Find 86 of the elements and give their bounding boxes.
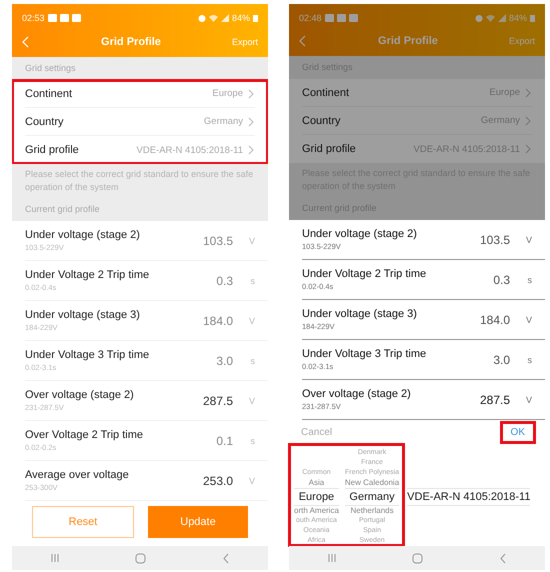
parameter-value[interactable]: 184.0 [480,312,510,326]
parameter-name: Average over voltage [25,469,130,481]
picker-selected-option[interactable]: VDE-AR-N 4105:2018-11 [407,488,530,506]
parameter-unit: s [526,354,532,364]
notification-icons [48,14,82,22]
recent-apps-icon[interactable] [326,553,337,563]
signal-icon [498,14,506,22]
back-icon[interactable] [222,552,230,564]
section-header: Grid settings [12,57,268,80]
parameter-name: Under Voltage 3 Trip time [302,348,428,360]
parameter-unit: V [248,396,255,406]
parameter-name: Under voltage (stage 3) [302,308,418,320]
parameter-unit: V [524,394,532,404]
battery-icon [253,14,258,22]
parameter-unit: s [250,276,255,286]
parameter-value[interactable]: 0.3 [216,274,233,288]
setting-value[interactable]: VDE-AR-N 4105:2018-11 [136,144,243,156]
parameter-unit: V [248,316,255,326]
home-icon[interactable] [412,552,424,564]
parameter-name: Under Voltage 3 Trip time [25,349,150,361]
signal-icon [220,14,229,22]
setting-label: Country [25,116,64,128]
picker-option[interactable]: New Caledonia [344,478,400,488]
parameter-name: Over voltage (stage 2) [25,389,135,401]
home-icon[interactable] [135,552,146,564]
parameter-unit: V [524,234,532,244]
setting-value[interactable]: Europe [212,88,243,99]
chevron-icon [524,116,532,126]
chevron-icon [524,144,532,154]
setting-value[interactable]: Germany [204,116,243,127]
chevron-icon [247,88,255,98]
parameter-value[interactable]: 184.0 [202,314,233,328]
parameter-value[interactable]: 3.0 [493,352,510,366]
setting-label: Grid profile [302,143,356,156]
setting-label: Continent [25,88,72,100]
parameter-unit: V [248,236,255,246]
chevron-icon [247,116,255,126]
setting-label: Continent [302,86,350,99]
parameter-unit: s [250,356,255,366]
parameter-value[interactable]: 0.1 [216,434,233,448]
parameter-name: Under voltage (stage 3) [25,309,141,321]
parameter-name: Under Voltage 2 Trip time [302,268,428,280]
chevron-icon [247,145,255,155]
battery-percent: 84% [508,13,527,23]
picker-option[interactable]: Asia [308,478,324,488]
picker-option[interactable]: Netherlands [350,506,394,516]
parameter-value[interactable]: 253.0 [202,474,233,488]
parameter-name: Over voltage (stage 2) [302,388,412,400]
notification-icons [324,14,359,22]
wifi-icon [486,14,495,22]
parameter-unit: s [526,274,532,284]
parameter-unit: V [524,314,532,324]
cancel-button[interactable]: Cancel [301,426,332,438]
parameter-value[interactable]: 287.5 [202,394,233,408]
parameter-value[interactable]: 3.0 [216,354,233,368]
back-icon[interactable] [499,552,508,564]
parameter-unit: V [248,476,255,486]
battery-icon [530,14,535,22]
status-time: 02:53 [22,13,45,23]
reset-button[interactable]: Reset [32,506,134,538]
section-header: Current grid profile [12,198,268,221]
parameter-name: Under voltage (stage 2) [25,229,141,241]
info-note: Please select the correct grid standard to ensure the safe operation of the system [12,164,268,198]
export-button[interactable]: Export [232,36,258,46]
chevron-icon [524,88,532,98]
parameter-name: Under voltage (stage 2) [302,228,418,240]
page-title: Grid Profile [377,35,439,48]
parameter-value[interactable]: 103.5 [202,234,233,248]
battery-percent: 84% [232,13,250,23]
picker-selected-option[interactable]: Germany [349,488,395,506]
recent-apps-icon[interactable] [50,553,60,563]
parameter-value[interactable]: 0.3 [493,272,510,286]
parameter-value[interactable]: 103.5 [480,232,510,246]
page-title: Grid Profile [100,36,162,48]
setting-label: Country [302,114,341,127]
status-time: 02:48 [299,13,322,23]
picker-option[interactable]: orth America [294,506,339,516]
update-button[interactable]: Update [148,506,248,538]
parameter-unit: s [250,436,255,446]
picker-selected-option[interactable]: Europe [298,488,334,506]
parameter-name: Under Voltage 2 Trip time [25,269,150,281]
export-button[interactable]: Export [508,36,535,46]
parameter-name: Over Voltage 2 Trip time [25,429,144,441]
setting-label: Grid profile [25,144,79,156]
parameter-value[interactable]: 287.5 [480,392,510,406]
wifi-icon [208,14,218,22]
